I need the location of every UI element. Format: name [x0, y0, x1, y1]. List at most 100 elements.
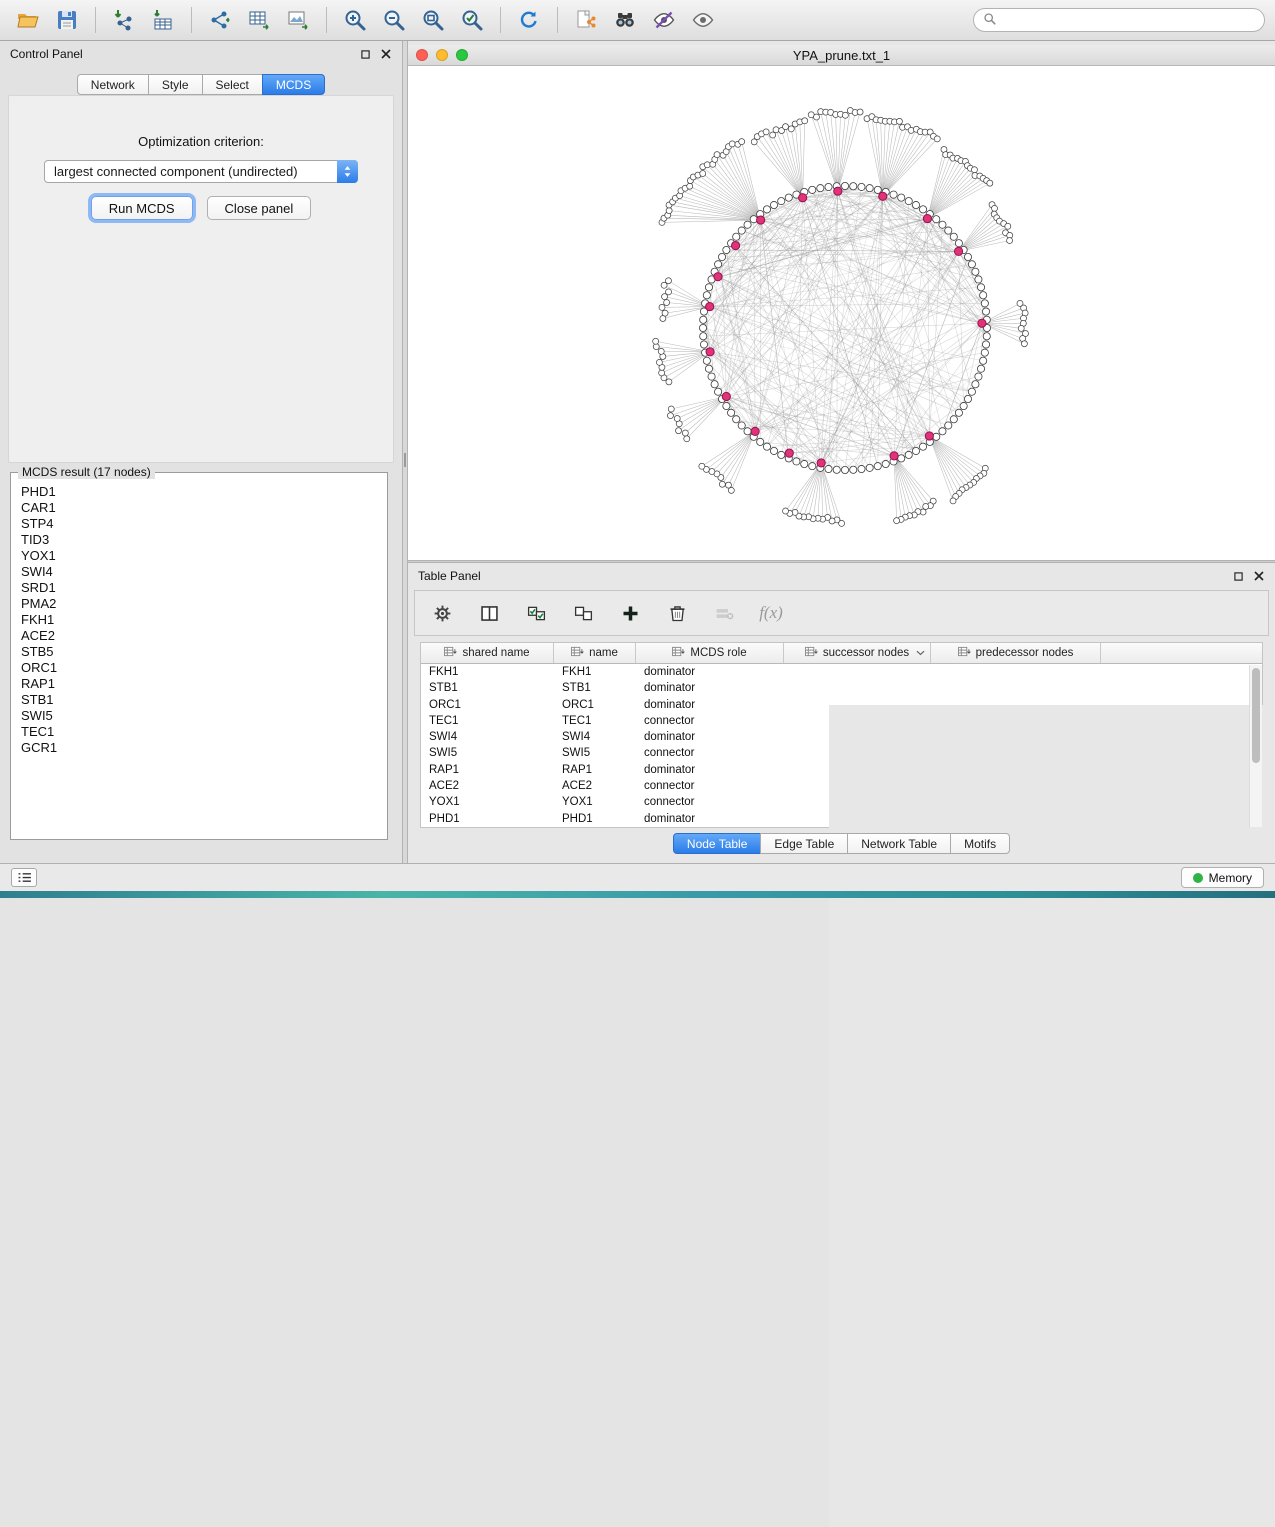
toolbar-separator	[191, 7, 192, 33]
minimize-window-icon[interactable]	[436, 49, 448, 61]
tab-edge-table[interactable]: Edge Table	[760, 833, 848, 854]
table-scrollbar[interactable]	[1249, 665, 1262, 827]
close-window-icon[interactable]	[416, 49, 428, 61]
mcds-result-item[interactable]: SRD1	[21, 580, 387, 596]
network-view-canvas[interactable]	[408, 66, 1275, 560]
toolbar-separator	[500, 7, 501, 33]
export-table-icon[interactable]	[241, 4, 277, 36]
table-row[interactable]: STB1STB1dominator620	[421, 680, 1262, 696]
table-cell: YOX1	[554, 794, 636, 810]
right-pane: YPA_prune.txt_1 Table Panel f(x) sha	[408, 41, 1275, 863]
zoom-fit-icon[interactable]	[415, 4, 451, 36]
status-menu-button[interactable]	[11, 868, 37, 887]
zoom-in-icon[interactable]	[337, 4, 373, 36]
export-image-icon[interactable]	[280, 4, 316, 36]
mcds-result-item[interactable]: GCR1	[21, 740, 387, 756]
add-icon[interactable]	[617, 600, 643, 626]
close-panel-button[interactable]: Close panel	[207, 196, 312, 220]
column-header-successor-nodes[interactable]: successor nodes	[784, 643, 931, 663]
main-toolbar	[0, 0, 1275, 41]
mcds-result-item[interactable]: SWI4	[21, 564, 387, 580]
column-header-MCDS-role[interactable]: MCDS role	[636, 643, 784, 663]
float-table-panel-icon[interactable]	[1232, 570, 1244, 582]
table-cell: ACE2	[421, 778, 554, 794]
control-panel-title: Control Panel	[10, 47, 83, 61]
row-disabled-icon[interactable]	[711, 600, 737, 626]
memory-button[interactable]: Memory	[1181, 867, 1264, 888]
tab-network[interactable]: Network	[77, 74, 149, 95]
memory-label: Memory	[1209, 871, 1252, 885]
table-cell: connector	[636, 713, 784, 729]
optimization-dropdown[interactable]: largest connected component (undirected)	[44, 160, 358, 183]
run-mcds-button[interactable]: Run MCDS	[91, 196, 193, 220]
mcds-result-item[interactable]: ACE2	[21, 628, 387, 644]
table-cell: dominator	[636, 729, 784, 745]
mcds-result-item[interactable]: STB1	[21, 692, 387, 708]
dropdown-stepper-icon[interactable]	[337, 160, 358, 183]
table-row[interactable]: PHD1PHD1dominator180	[421, 811, 1262, 827]
save-icon[interactable]	[49, 4, 85, 36]
close-table-panel-icon[interactable]	[1253, 570, 1265, 582]
mcds-result-item[interactable]: STB5	[21, 644, 387, 660]
tab-style[interactable]: Style	[148, 74, 203, 95]
share-document-icon[interactable]	[568, 4, 604, 36]
network-graph[interactable]	[408, 66, 1275, 560]
table-cell-filler	[784, 680, 1262, 696]
tab-select[interactable]: Select	[202, 74, 263, 95]
table-panel-tabs: Node TableEdge TableNetwork TableMotifs	[408, 833, 1275, 854]
close-panel-icon[interactable]	[380, 48, 392, 60]
import-network-icon[interactable]	[106, 4, 142, 36]
deselect-all-icon[interactable]	[570, 600, 596, 626]
mcds-result-item[interactable]: PMA2	[21, 596, 387, 612]
tab-node-table[interactable]: Node Table	[673, 833, 762, 854]
scrollbar-thumb[interactable]	[1252, 668, 1260, 763]
zoom-out-icon[interactable]	[376, 4, 412, 36]
select-all-icon[interactable]	[523, 600, 549, 626]
sort-table-icon	[805, 646, 818, 660]
float-panel-icon[interactable]	[359, 48, 371, 60]
mcds-result-item[interactable]: CAR1	[21, 500, 387, 516]
mcds-result-item[interactable]: SWI5	[21, 708, 387, 724]
mcds-result-item[interactable]: TEC1	[21, 724, 387, 740]
mcds-result-item[interactable]: STP4	[21, 516, 387, 532]
table-cell: FKH1	[421, 664, 554, 680]
hide-icon[interactable]	[646, 4, 682, 36]
mcds-result-item[interactable]: YOX1	[21, 548, 387, 564]
import-table-icon[interactable]	[145, 4, 181, 36]
mcds-result-item[interactable]: PHD1	[21, 484, 387, 500]
column-header-filler	[1101, 643, 1262, 663]
maximize-window-icon[interactable]	[456, 49, 468, 61]
column-header-name[interactable]: name	[554, 643, 636, 663]
export-network-icon[interactable]	[202, 4, 238, 36]
search-input[interactable]	[1003, 13, 1255, 27]
table-row[interactable]: FKH1FKH1dominator962	[421, 664, 1262, 680]
column-header-predecessor-nodes[interactable]: predecessor nodes	[931, 643, 1101, 663]
application-window: Control Panel NetworkStyleSelectMCDS Opt…	[0, 0, 1275, 898]
zoom-selected-icon[interactable]	[454, 4, 490, 36]
columns-icon[interactable]	[476, 600, 502, 626]
tab-network-table[interactable]: Network Table	[847, 833, 951, 854]
tab-mcds[interactable]: MCDS	[262, 74, 325, 95]
settings-icon[interactable]	[429, 600, 455, 626]
refresh-icon[interactable]	[511, 4, 547, 36]
chevron-down-icon[interactable]	[916, 650, 925, 656]
table-header-row: shared namenameMCDS rolesuccessor nodesp…	[421, 643, 1262, 664]
tab-motifs[interactable]: Motifs	[950, 833, 1010, 854]
table-cell: STB1	[554, 680, 636, 696]
mcds-result-item[interactable]: TID3	[21, 532, 387, 548]
table-body: FKH1FKH1dominator962STB1STB1dominator620…	[421, 664, 1262, 827]
mcds-result-item[interactable]: RAP1	[21, 676, 387, 692]
delete-icon[interactable]	[664, 600, 690, 626]
search-box[interactable]	[973, 8, 1265, 32]
network-window-titlebar[interactable]: YPA_prune.txt_1	[408, 45, 1275, 66]
search-network-icon[interactable]	[607, 4, 643, 36]
function-icon[interactable]: f(x)	[758, 600, 784, 626]
mcds-result-item[interactable]: ORC1	[21, 660, 387, 676]
open-folder-icon[interactable]	[10, 4, 46, 36]
column-header-shared-name[interactable]: shared name	[421, 643, 554, 663]
mcds-result-item[interactable]: FKH1	[21, 612, 387, 628]
table-cell: PHD1	[421, 811, 554, 827]
toolbar-separator	[95, 7, 96, 33]
memory-status-dot	[1193, 873, 1203, 883]
show-icon[interactable]	[685, 4, 721, 36]
